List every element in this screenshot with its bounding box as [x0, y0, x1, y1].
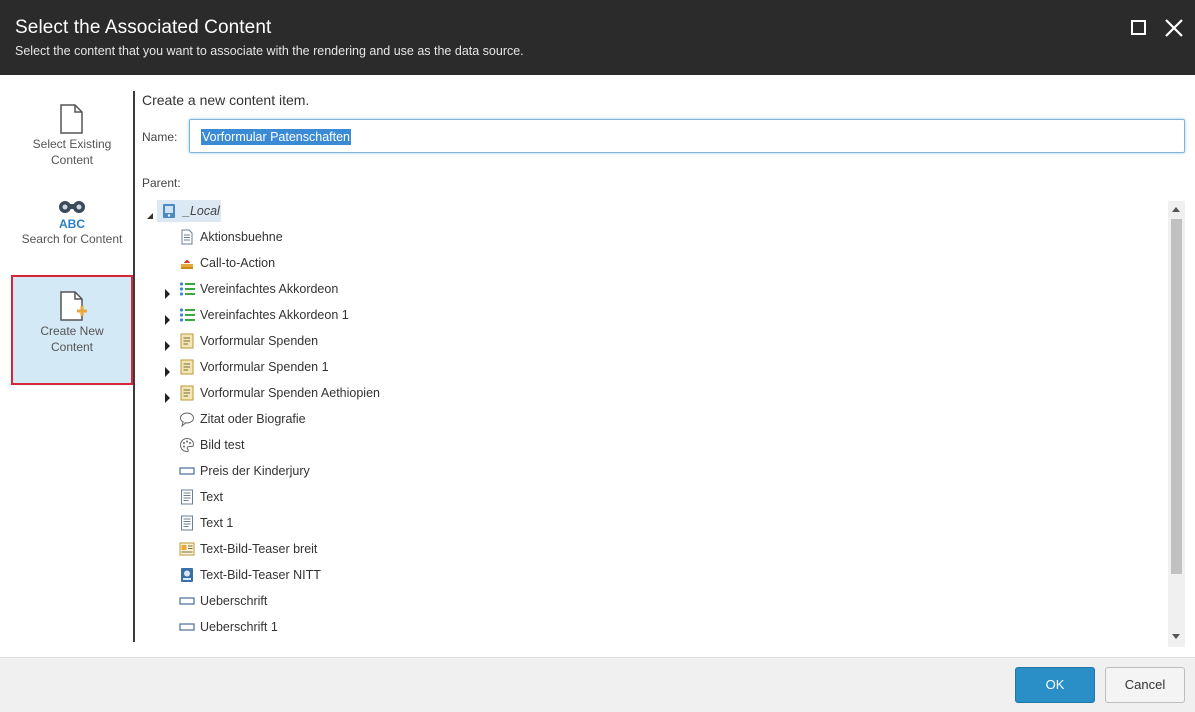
tree-item-label: Aktionsbuehne	[200, 230, 283, 244]
call-to-action-icon	[179, 255, 195, 271]
collapse-arrow-icon[interactable]	[145, 206, 155, 219]
tree-item[interactable]: Vorformular Spenden	[143, 330, 543, 352]
tree-item-label: Text-Bild-Teaser breit	[200, 542, 318, 556]
tree-item-label: _Local	[183, 204, 220, 218]
tree-item-label: Text	[200, 490, 223, 504]
tree-item-label: Preis der Kinderjury	[200, 464, 310, 478]
text-document-icon	[179, 489, 195, 505]
dialog-subtitle: Select the content that you want to asso…	[15, 44, 524, 58]
expand-arrow-icon[interactable]	[163, 284, 173, 299]
tree-item-label: Vorformular Spenden 1	[200, 360, 329, 374]
svg-text:ABC: ABC	[59, 217, 85, 231]
dialog-title: Select the Associated Content	[15, 17, 272, 38]
palette-icon	[179, 437, 195, 453]
parent-label: Parent:	[142, 176, 181, 190]
field-icon	[179, 619, 195, 635]
name-label: Name:	[142, 130, 178, 144]
tree-item-label: Vorformular Spenden	[200, 334, 319, 348]
tree-item-label: Vereinfachtes Akkordeon	[200, 282, 339, 296]
text-document-icon	[179, 515, 195, 531]
scroll-up-icon[interactable]	[1172, 207, 1180, 212]
tree-item[interactable]: Ueberschrift	[143, 590, 543, 612]
tree-item[interactable]: Vorformular Spenden 1	[143, 356, 543, 378]
tree-item-label: Vereinfachtes Akkordeon 1	[200, 308, 349, 322]
scrollbar-thumb[interactable]	[1171, 219, 1182, 574]
close-icon[interactable]	[1164, 18, 1184, 38]
tree-item-label: Ueberschrift 1	[200, 620, 278, 634]
form-heading: Create a new content item.	[142, 92, 310, 108]
tree-item[interactable]: Text-Bild-Teaser NITT	[143, 564, 543, 586]
form-icon	[179, 333, 195, 349]
tree-item-label: Call-to-Action	[200, 256, 276, 270]
list-icon	[179, 307, 195, 323]
dialog-header: Select the Associated Content Select the…	[0, 0, 1195, 75]
tree-item-label: Text 1	[200, 516, 234, 530]
tree-item[interactable]: Text 1	[143, 512, 543, 534]
list-icon	[179, 281, 195, 297]
tree-item[interactable]: Call-to-Action	[143, 252, 543, 274]
tree-item-label: Vorformular Spenden Aethiopien	[200, 386, 380, 400]
binoculars-abc-icon: ABC	[55, 197, 89, 231]
tree-item-label: Text-Bild-Teaser NITT	[200, 568, 321, 582]
cancel-button[interactable]: Cancel	[1105, 667, 1185, 703]
tree-item-label: Zitat oder Biografie	[200, 412, 306, 426]
tree-item[interactable]: Text	[143, 486, 543, 508]
name-input[interactable]: Vorformular Patenschaften	[189, 119, 1185, 153]
document-icon	[55, 102, 89, 136]
sidebar: Select Existing Content ABC Search for C…	[0, 75, 135, 657]
tree-scrollbar[interactable]	[1168, 201, 1185, 647]
tree-item[interactable]: Preis der Kinderjury	[143, 460, 543, 482]
expand-arrow-icon[interactable]	[163, 362, 173, 377]
tree-item[interactable]: Bild test	[143, 434, 543, 456]
tree-item-label: Ueberschrift	[200, 594, 268, 608]
tree-item[interactable]: Aktionsbuehne	[143, 226, 543, 248]
new-document-icon	[55, 289, 89, 323]
expand-arrow-icon[interactable]	[163, 310, 173, 325]
sidebar-item-label: Create New Content	[40, 324, 104, 354]
dialog-footer: OK Cancel	[0, 657, 1195, 712]
tree-item[interactable]: Zitat oder Biografie	[143, 408, 543, 430]
image-card-icon	[179, 567, 195, 583]
tree-item[interactable]: Text-Bild-Teaser breit	[143, 538, 543, 560]
expand-arrow-icon[interactable]	[163, 336, 173, 351]
maximize-icon[interactable]	[1129, 18, 1149, 38]
tree-item[interactable]: Ueberschrift 1	[143, 616, 543, 638]
sidebar-item-label: Search for Content	[21, 232, 123, 246]
tree-root-item[interactable]: _Local	[143, 200, 343, 222]
tree-item-label: Bild test	[200, 438, 245, 452]
scroll-down-icon[interactable]	[1172, 634, 1180, 639]
main-panel: Create a new content item. Name: Vorform…	[135, 75, 1195, 657]
form-icon	[179, 385, 195, 401]
teaser-icon	[179, 541, 195, 557]
field-icon	[179, 463, 195, 479]
sidebar-item-create-new[interactable]: Create New Content	[11, 275, 133, 385]
name-input-value: Vorformular Patenschaften	[201, 129, 351, 145]
tree-item[interactable]: Vorformular Spenden Aethiopien	[143, 382, 543, 404]
parent-tree[interactable]: _Local Aktionsbuehne Call-to-Action Vere…	[143, 200, 1168, 642]
ok-button[interactable]: OK	[1015, 667, 1095, 703]
tree-item[interactable]: Vereinfachtes Akkordeon 1	[143, 304, 543, 326]
expand-arrow-icon[interactable]	[163, 388, 173, 403]
local-folder-icon	[161, 203, 177, 219]
field-icon	[179, 593, 195, 609]
tree-item[interactable]: Vereinfachtes Akkordeon	[143, 278, 543, 300]
sidebar-item-select-existing[interactable]: Select Existing Content	[13, 102, 131, 198]
page-icon	[179, 229, 195, 245]
speech-bubble-icon	[179, 411, 195, 428]
form-icon	[179, 359, 195, 375]
sidebar-item-label: Select Existing Content	[32, 137, 112, 167]
